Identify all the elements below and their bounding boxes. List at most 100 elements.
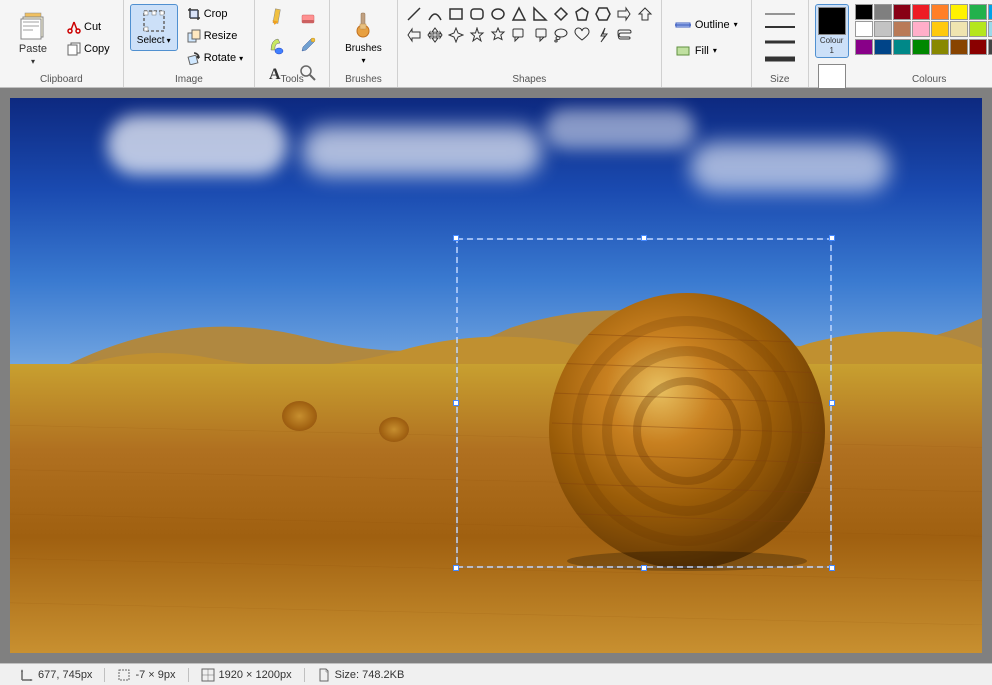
outlinefill-group: Outline ▾ Fill ▾ xyxy=(662,0,752,87)
pencil-button[interactable] xyxy=(261,4,291,30)
cloud4 xyxy=(690,142,890,192)
paste-button[interactable]: Paste ▾ xyxy=(8,4,58,71)
shape-pentagon[interactable] xyxy=(572,4,592,24)
fill-button[interactable] xyxy=(261,32,291,58)
palette-lightgray[interactable] xyxy=(874,21,892,37)
palette-red[interactable] xyxy=(912,4,930,20)
handle-tl[interactable] xyxy=(453,235,459,241)
palette-white[interactable] xyxy=(855,21,873,37)
select-button[interactable]: Select ▾ xyxy=(130,4,178,51)
palette-ext7[interactable] xyxy=(969,39,987,55)
eraser-button[interactable] xyxy=(293,4,323,30)
colour1-selector[interactable]: Colour 1 xyxy=(815,4,849,58)
handle-bl[interactable] xyxy=(453,565,459,571)
palette-yellow[interactable] xyxy=(950,4,968,20)
shape-arrow-l[interactable] xyxy=(404,25,424,45)
palette-black[interactable] xyxy=(855,4,873,20)
shape-curve[interactable] xyxy=(425,4,445,24)
canvas-image xyxy=(10,98,982,653)
cloud1 xyxy=(107,115,287,175)
shape-ellipse[interactable] xyxy=(488,4,508,24)
select-arrow: ▾ xyxy=(167,36,171,45)
selection-overlay xyxy=(456,238,832,568)
shape-arrow-r[interactable] xyxy=(614,4,634,24)
resize-label: Resize xyxy=(204,30,238,42)
shape-star4[interactable] xyxy=(446,25,466,45)
colour-palette-top xyxy=(855,4,992,37)
brushes-button[interactable]: Brushes ▾ xyxy=(338,4,389,70)
tools-label: Tools xyxy=(255,74,329,85)
palette-ext1[interactable] xyxy=(855,39,873,55)
shape-up-arrow[interactable] xyxy=(635,4,655,24)
palette-pink[interactable] xyxy=(912,21,930,37)
cut-button[interactable]: Cut xyxy=(62,17,115,37)
paste-arrow: ▾ xyxy=(31,57,35,66)
shape-rect[interactable] xyxy=(446,4,466,24)
palette-skyblue[interactable] xyxy=(988,21,992,37)
clipboard-label: Clipboard xyxy=(0,74,123,85)
outline-label: Outline xyxy=(695,19,730,31)
shape-scroll[interactable] xyxy=(614,25,634,45)
shape-line[interactable] xyxy=(404,4,424,24)
crop-button[interactable]: Crop xyxy=(182,4,248,24)
fill-arrow: ▾ xyxy=(713,46,717,55)
colours-label: Colours xyxy=(809,74,992,85)
size-1-button[interactable] xyxy=(760,9,800,19)
fill-tool-button[interactable]: Fill ▾ xyxy=(668,40,745,62)
shape-lightning[interactable] xyxy=(593,25,613,45)
palette-ext6[interactable] xyxy=(950,39,968,55)
size-3-button[interactable] xyxy=(760,35,800,49)
shape-triangle[interactable] xyxy=(509,4,529,24)
palette-ext8[interactable] xyxy=(988,39,992,55)
palette-ext2[interactable] xyxy=(874,39,892,55)
size-4-button[interactable] xyxy=(760,51,800,67)
palette-orange[interactable] xyxy=(931,4,949,20)
palette-green[interactable] xyxy=(969,4,987,20)
shape-diamond[interactable] xyxy=(551,4,571,24)
palette-lime[interactable] xyxy=(969,21,987,37)
shape-rtriangle[interactable] xyxy=(530,4,550,24)
copy-button[interactable]: Copy xyxy=(62,39,115,59)
outline-button[interactable]: Outline ▾ xyxy=(668,14,745,36)
palette-gold[interactable] xyxy=(931,21,949,37)
shape-callout-l[interactable] xyxy=(530,25,550,45)
size-1-icon xyxy=(765,12,795,16)
handle-tc[interactable] xyxy=(641,235,647,241)
handle-ml[interactable] xyxy=(453,400,459,406)
palette-ext3[interactable] xyxy=(893,39,911,55)
shape-star6[interactable] xyxy=(488,25,508,45)
cut-icon xyxy=(67,20,81,34)
shape-star5[interactable] xyxy=(467,25,487,45)
palette-brown[interactable] xyxy=(893,21,911,37)
handle-bc[interactable] xyxy=(641,565,647,571)
brushes-label: Brushes xyxy=(345,43,382,54)
shape-heart[interactable] xyxy=(572,25,592,45)
fill-label: Fill xyxy=(695,45,709,57)
shape-arrow-4[interactable] xyxy=(425,25,445,45)
resize-button[interactable]: Resize xyxy=(182,26,248,46)
rotate-icon xyxy=(187,51,201,65)
size-2-button[interactable] xyxy=(760,21,800,33)
palette-ext5[interactable] xyxy=(931,39,949,55)
shape-hexagon[interactable] xyxy=(593,4,613,24)
canvas-container[interactable] xyxy=(0,88,992,663)
brushes-arrow: ▾ xyxy=(361,56,365,65)
small-haybale1 xyxy=(282,401,317,431)
brushes-group-label: Brushes xyxy=(330,74,397,85)
rotate-arrow: ▾ xyxy=(239,54,243,63)
palette-darkred[interactable] xyxy=(893,4,911,20)
palette-ext4[interactable] xyxy=(912,39,930,55)
cut-label: Cut xyxy=(84,21,101,33)
shape-callout-r[interactable] xyxy=(509,25,529,45)
rotate-button[interactable]: Rotate ▾ xyxy=(182,48,248,68)
palette-darkgray[interactable] xyxy=(874,4,892,20)
shape-roundrect[interactable] xyxy=(467,4,487,24)
palette-cream[interactable] xyxy=(950,21,968,37)
handle-mr[interactable] xyxy=(829,400,835,406)
palette-cyan[interactable] xyxy=(988,4,992,20)
copy-label: Copy xyxy=(84,43,110,55)
handle-br[interactable] xyxy=(829,565,835,571)
shape-callout2[interactable] xyxy=(551,25,571,45)
picker-button[interactable] xyxy=(293,32,323,58)
handle-tr[interactable] xyxy=(829,235,835,241)
